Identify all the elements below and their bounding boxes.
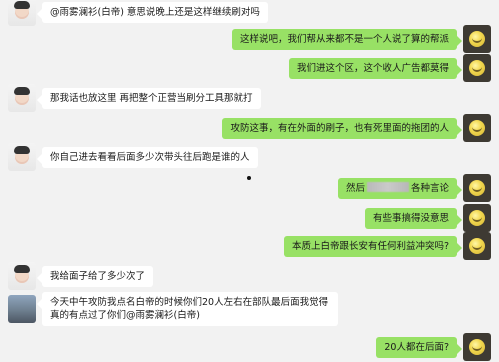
avatar[interactable] xyxy=(8,262,36,290)
avatar[interactable] xyxy=(463,174,491,202)
message-row-right: 然后 各种言论 xyxy=(337,174,491,202)
message-row-left: 你自己进去看看后面多少次带头往后跑是谁的人 xyxy=(8,143,258,171)
message-row-left: 那我话也放这里 再把整个正营当刷分工具那就打 xyxy=(8,84,261,112)
message-text-prefix: 然后 xyxy=(345,182,365,194)
avatar[interactable] xyxy=(8,84,36,112)
avatar[interactable] xyxy=(463,204,491,232)
message-bubble[interactable]: 你自己进去看看后面多少次带头往后跑是谁的人 xyxy=(37,146,258,168)
message-row-left: @雨雾澜衫(白帝) 意思说晚上还是这样继续刷对吗 xyxy=(8,0,268,26)
avatar[interactable] xyxy=(8,0,36,26)
message-row-right: 20人都在后面? xyxy=(376,333,491,361)
message-row-right: 有些事搞得没意思 xyxy=(364,204,491,232)
avatar[interactable] xyxy=(8,295,36,323)
redacted-text xyxy=(366,181,409,192)
avatar[interactable] xyxy=(463,25,491,53)
message-bubble[interactable]: 攻防这事，有在外面的刷子，也有死里面的拖团的人 xyxy=(222,117,462,139)
message-row-left: 我给面子给了多少次了 xyxy=(8,262,154,290)
message-text-suffix: 各种言论 xyxy=(410,182,449,194)
avatar[interactable] xyxy=(463,333,491,361)
chat-window: @雨雾澜衫(白帝) 意思说晚上还是这样继续刷对吗 这样说吧，我们帮从来都不是一个… xyxy=(0,0,499,362)
message-row-right: 我们进这个区，这个收人广告都莫得 xyxy=(288,54,491,82)
avatar[interactable] xyxy=(463,232,491,260)
message-bubble[interactable]: 那我话也放这里 再把整个正营当刷分工具那就打 xyxy=(37,87,261,109)
message-bubble[interactable]: 有些事搞得没意思 xyxy=(364,207,463,229)
message-bubble[interactable]: 本质上白帝跟长安有任何利益冲突吗? xyxy=(283,235,463,257)
cursor-dot xyxy=(247,176,251,180)
avatar[interactable] xyxy=(8,143,36,171)
message-bubble[interactable]: 我给面子给了多少次了 xyxy=(36,265,154,287)
message-row-right: 这样说吧，我们帮从来都不是一个人说了算的帮派 xyxy=(231,25,491,53)
message-bubble[interactable]: 这样说吧，我们帮从来都不是一个人说了算的帮派 xyxy=(231,28,463,50)
message-bubble[interactable]: 然后 各种言论 xyxy=(337,177,463,199)
message-row-right: 本质上白帝跟长安有任何利益冲突吗? xyxy=(283,232,491,260)
message-bubble[interactable]: 20人都在后面? xyxy=(376,336,462,358)
message-row-left: 今天中午攻防我点名白帝的时候你们20人左右在部队最后面我觉得真的有点过了你们@雨… xyxy=(8,292,338,326)
message-bubble[interactable]: 今天中午攻防我点名白帝的时候你们20人左右在部队最后面我觉得真的有点过了你们@雨… xyxy=(37,292,338,326)
message-row-right: 攻防这事，有在外面的刷子，也有死里面的拖团的人 xyxy=(222,114,491,142)
avatar[interactable] xyxy=(463,114,491,142)
avatar[interactable] xyxy=(463,54,491,82)
message-bubble[interactable]: 我们进这个区，这个收人广告都莫得 xyxy=(288,57,463,79)
message-bubble[interactable]: @雨雾澜衫(白帝) 意思说晚上还是这样继续刷对吗 xyxy=(37,1,268,23)
